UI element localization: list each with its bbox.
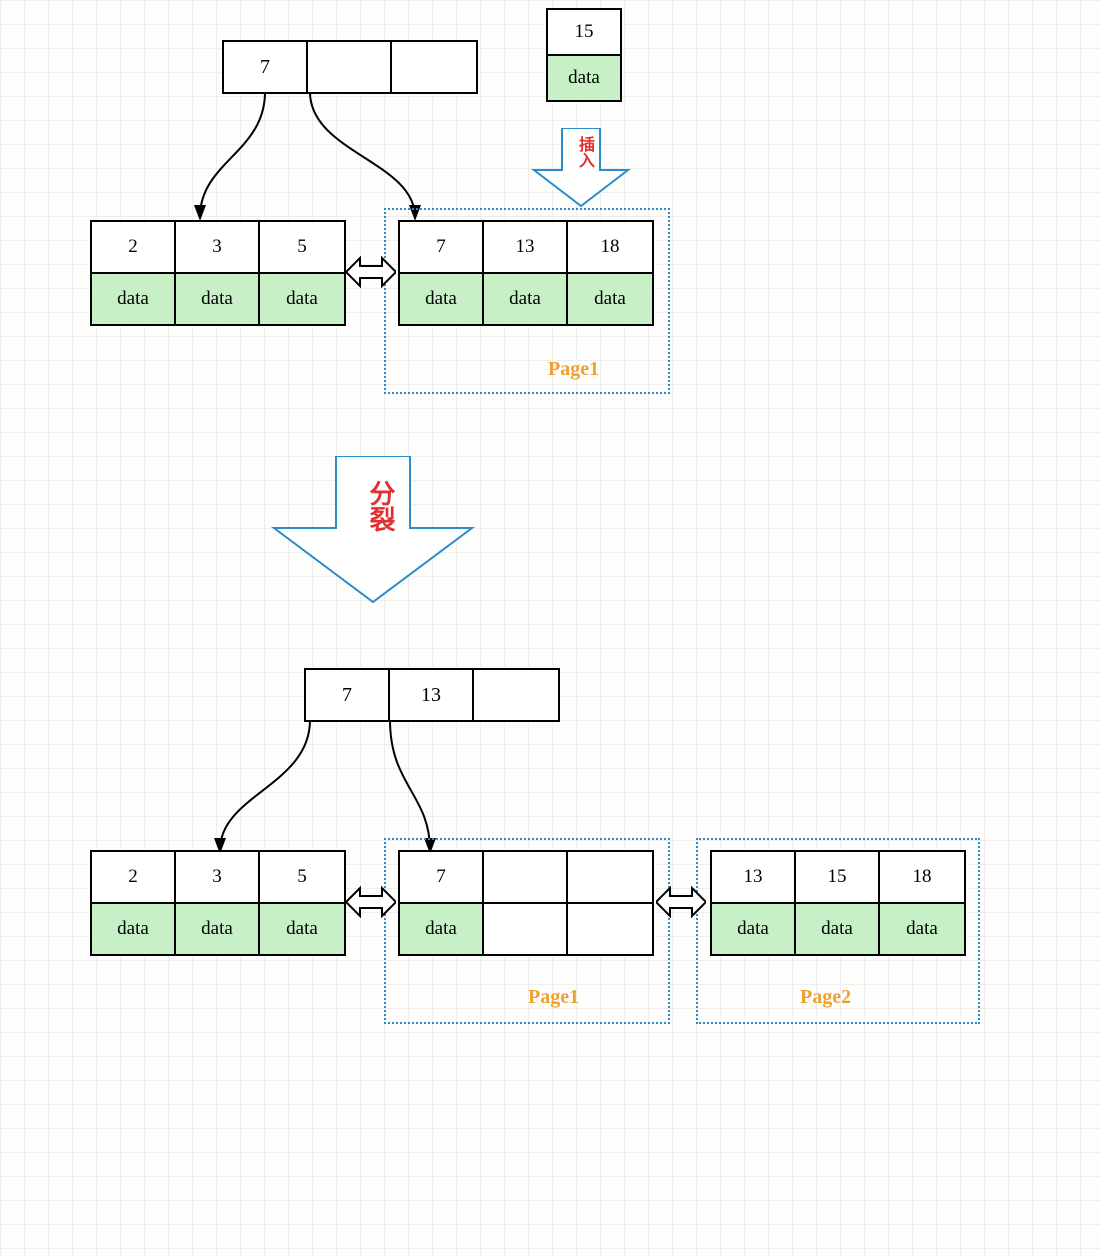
leaf-mid-bottom: 7 data [398,850,654,956]
leaf-data: data [484,274,568,324]
leaf-data: data [400,904,484,954]
root-cell [474,670,558,720]
leaf-data: data [568,274,652,324]
double-arrow-icon [346,886,396,918]
page1-label-top: Page1 [548,358,599,381]
leaf-key: 5 [260,852,344,902]
leaf-data: data [796,904,880,954]
root-cell: 7 [306,670,390,720]
leaf-key: 3 [176,852,260,902]
leaf-data: data [176,274,260,324]
leaf-left-top: 2 3 5 data data data [90,220,346,326]
leaf-key: 13 [712,852,796,902]
page1-label-bottom: Page1 [528,986,579,1009]
leaf-key: 15 [796,852,880,902]
leaf-left-bottom: 2 3 5 data data data [90,850,346,956]
insert-key: 15 [548,10,620,54]
connector-top-right [300,92,460,222]
connector-bottom-left [200,720,400,855]
leaf-key [568,852,652,902]
double-arrow-icon [346,256,396,288]
connector-bottom-mid [380,720,500,855]
insert-data: data [548,56,620,100]
root-cell: 7 [224,42,308,92]
leaf-data: data [712,904,796,954]
leaf-key: 7 [400,852,484,902]
leaf-key: 5 [260,222,344,272]
leaf-data-empty [484,904,568,954]
leaf-key [484,852,568,902]
leaf-data: data [880,904,964,954]
root-cell [392,42,476,92]
leaf-key: 2 [92,222,176,272]
leaf-right-top: 7 13 18 data data data [398,220,654,326]
leaf-data: data [260,904,344,954]
leaf-key: 18 [568,222,652,272]
insert-node: 15 data [546,8,622,102]
leaf-data: data [92,904,176,954]
leaf-data: data [176,904,260,954]
leaf-right-bottom: 13 15 18 data data data [710,850,966,956]
insert-arrow-label: 插入 [572,136,596,168]
leaf-key: 3 [176,222,260,272]
leaf-key: 13 [484,222,568,272]
root-cell [308,42,392,92]
leaf-key: 18 [880,852,964,902]
leaf-data: data [260,274,344,324]
leaf-key: 7 [400,222,484,272]
leaf-data: data [400,274,484,324]
split-arrow-label: 分裂 [362,480,399,532]
root-node-bottom: 7 13 [304,668,560,722]
root-cell: 13 [390,670,474,720]
root-node-top: 7 [222,40,478,94]
leaf-data: data [92,274,176,324]
leaf-key: 2 [92,852,176,902]
leaf-data-empty [568,904,652,954]
page2-label-bottom: Page2 [800,986,851,1009]
double-arrow-icon [656,886,706,918]
